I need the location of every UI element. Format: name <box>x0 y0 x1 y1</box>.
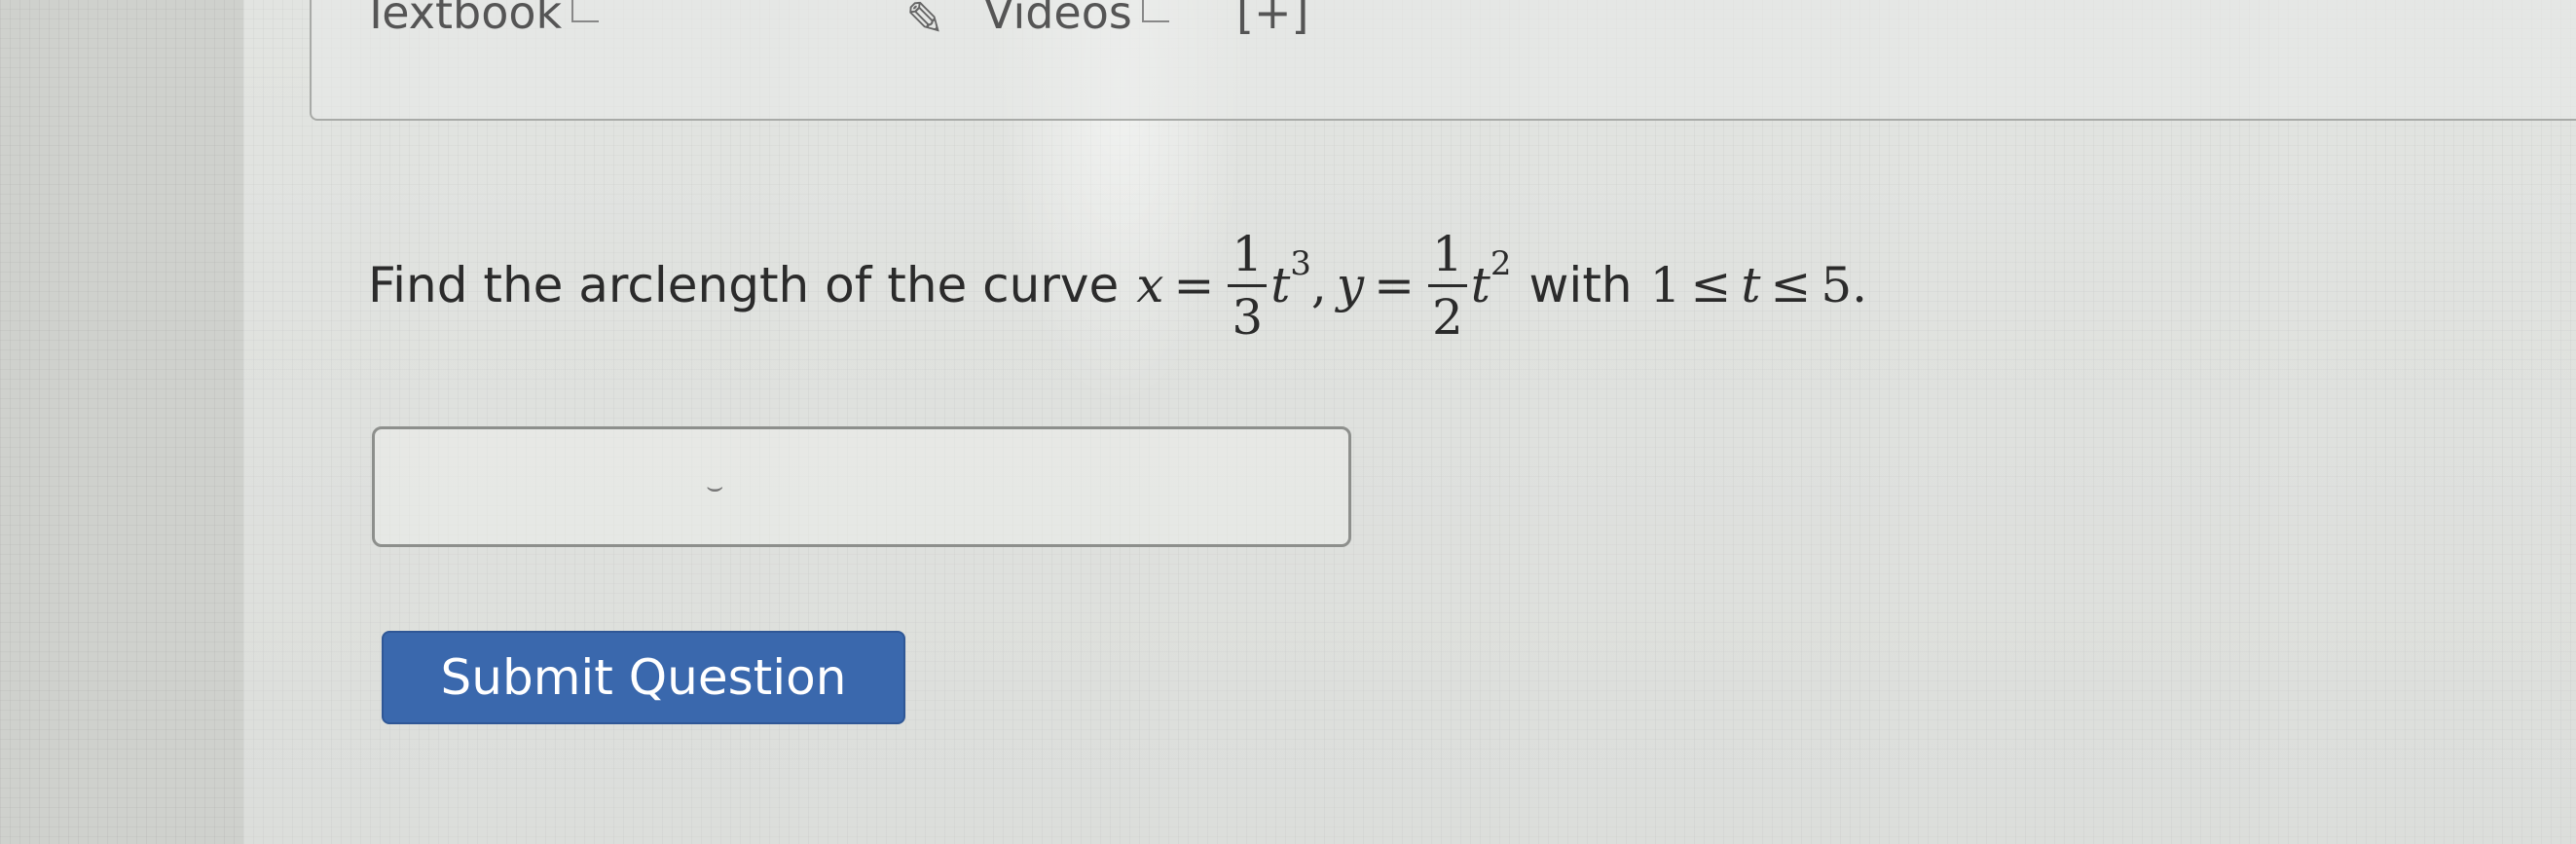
input-mark-icon: ⌣ <box>706 470 724 502</box>
period: . <box>1852 257 1868 313</box>
upper-bound: 5 <box>1821 257 1853 313</box>
equals-sign: = <box>1374 257 1415 313</box>
videos-label: Videos <box>983 0 1132 39</box>
fraction-one-third: 1 3 <box>1228 230 1268 346</box>
resources-box <box>310 0 2576 121</box>
fraction-numerator: 1 <box>1228 230 1268 287</box>
y-variable: y <box>1336 257 1365 313</box>
t-variable: t <box>1470 257 1490 313</box>
leq-sign: ≤ <box>1690 257 1732 313</box>
t-variable: t <box>1270 257 1291 313</box>
submit-question-button[interactable]: Submit Question <box>382 631 905 724</box>
videos-link[interactable]: Videos <box>983 0 1169 39</box>
leq-sign: ≤ <box>1770 257 1812 313</box>
external-link-icon <box>1141 0 1169 22</box>
textbook-link[interactable]: Textbook <box>362 0 600 39</box>
equals-sign: = <box>1173 257 1215 313</box>
comma: , <box>1310 257 1327 313</box>
exponent: 3 <box>1290 244 1311 283</box>
pencil-icon: ✎ <box>905 0 945 47</box>
question-prefix: Find the arclength of the curve <box>368 257 1120 313</box>
fraction-denominator: 2 <box>1431 288 1463 346</box>
textbook-label: Textbook <box>362 0 563 39</box>
answer-input[interactable]: ⌣ <box>372 426 1351 547</box>
fraction-numerator: 1 <box>1427 230 1467 287</box>
exponent: 2 <box>1490 244 1512 283</box>
fraction-denominator: 3 <box>1232 288 1264 346</box>
external-link-icon <box>571 0 600 22</box>
add-resource-button[interactable]: [+] <box>1236 0 1308 39</box>
left-margin <box>0 0 243 844</box>
lower-bound: 1 <box>1649 257 1681 313</box>
with-text: with <box>1528 257 1633 313</box>
question-text: Find the arclength of the curve x = 1 3 … <box>368 212 1867 358</box>
fraction-one-half: 1 2 <box>1427 230 1467 346</box>
t-variable: t <box>1741 257 1761 313</box>
x-variable: x <box>1136 257 1164 313</box>
